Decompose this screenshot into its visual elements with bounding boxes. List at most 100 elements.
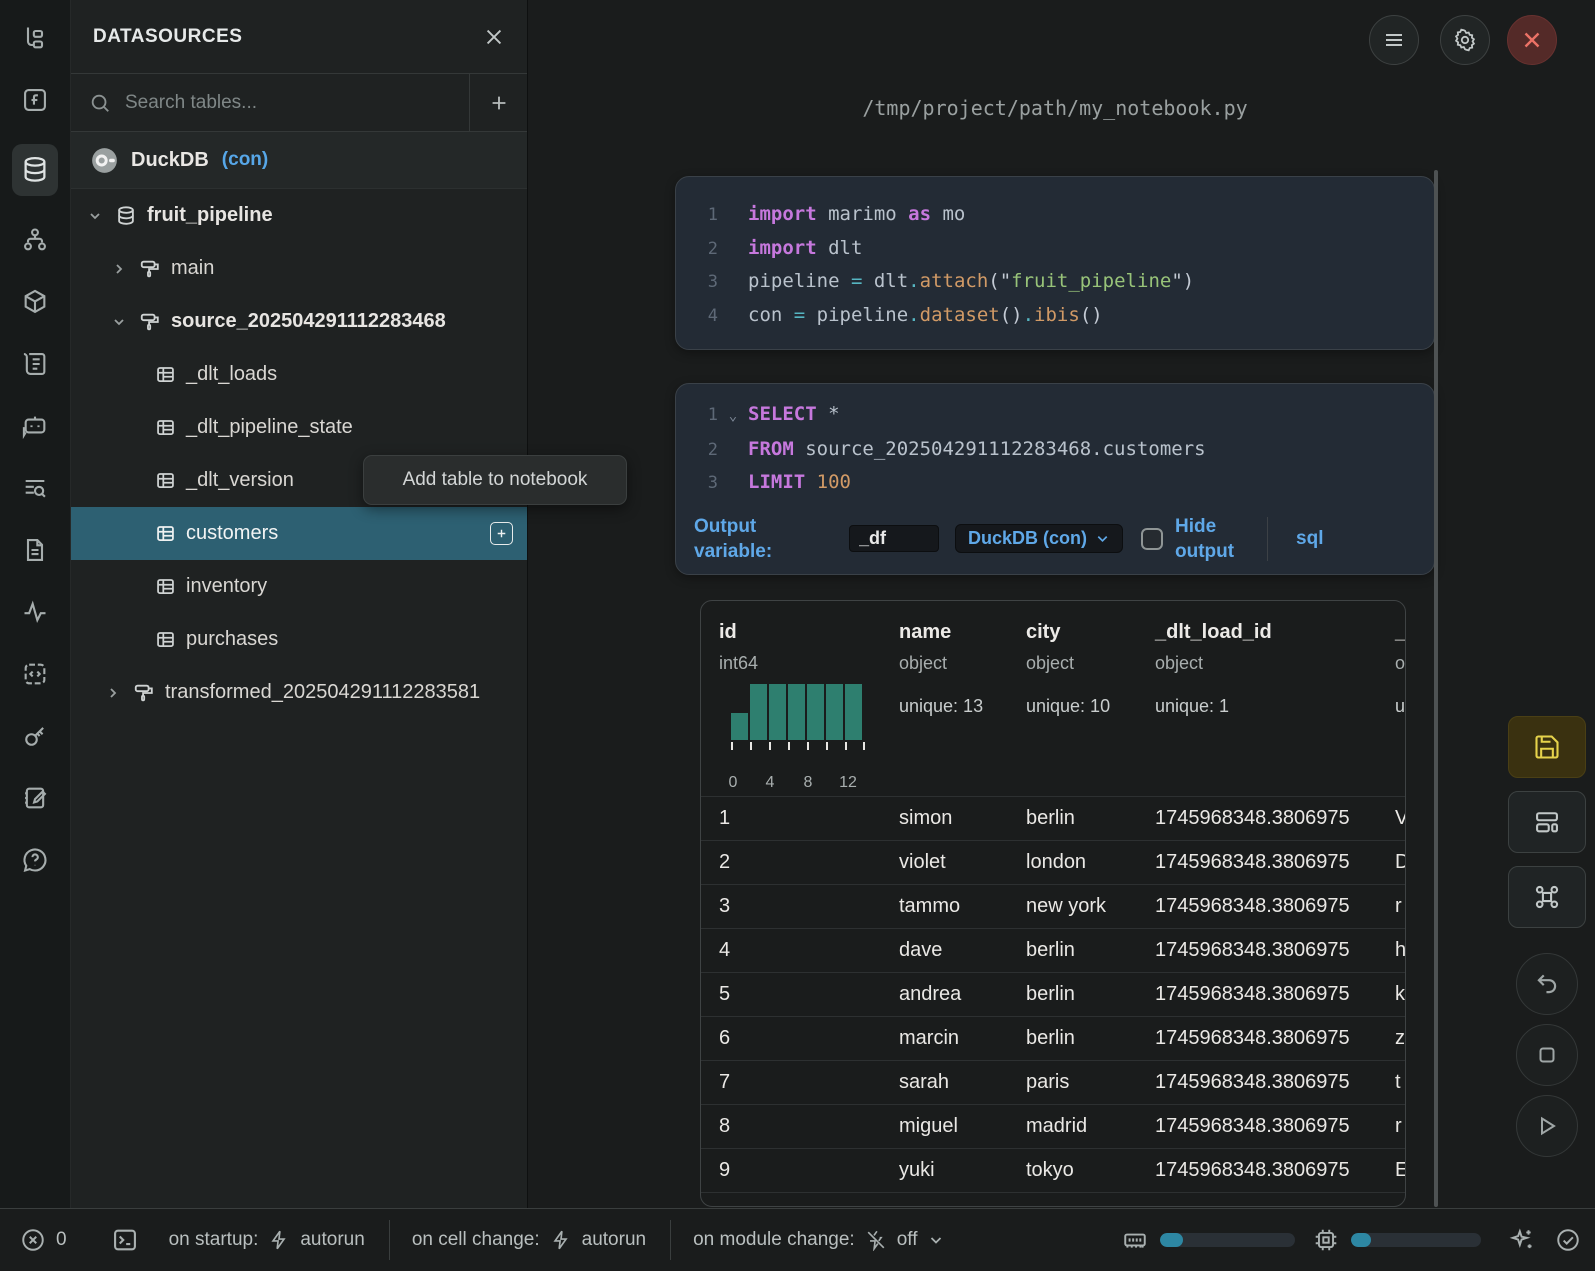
tree-item-table-purchases[interactable]: purchases <box>71 613 527 666</box>
schema-icon <box>139 258 161 280</box>
ai-sparkles-icon[interactable] <box>1509 1227 1535 1253</box>
stop-button[interactable] <box>1516 1024 1578 1086</box>
search-input[interactable] <box>125 92 451 114</box>
table-row[interactable] <box>701 1192 1405 1207</box>
packages-icon[interactable] <box>12 284 58 320</box>
line-number: 1 <box>692 399 718 432</box>
chevron-down-icon <box>928 1232 944 1248</box>
save-button[interactable] <box>1508 716 1586 778</box>
file-tree-icon[interactable] <box>12 20 58 56</box>
line-number: 3 <box>692 467 718 500</box>
table-row[interactable]: 9yukitokyo1745968348.3806975E <box>701 1148 1405 1192</box>
code-line[interactable]: import marimo as mo <box>748 198 965 231</box>
terminal-button[interactable] <box>111 1226 139 1254</box>
settings-button[interactable] <box>1440 15 1490 65</box>
tooltip: Add table to notebook <box>363 455 627 505</box>
on-startup-setting[interactable]: on startup: autorun <box>169 1229 365 1251</box>
layout-toggle-button[interactable] <box>1508 791 1586 853</box>
connection-row[interactable]: DuckDB (con) <box>71 132 527 189</box>
code-line[interactable]: FROM source_202504291112283468.customers <box>748 433 1206 466</box>
tree-item-table-customers[interactable]: customers <box>71 507 527 560</box>
code-line[interactable]: import dlt <box>748 232 862 265</box>
tree-item-schema-transformed[interactable]: transformed_202504291112283581 <box>71 666 527 719</box>
tree-item-table-dlt-pipeline-state[interactable]: _dlt_pipeline_state <box>71 401 527 454</box>
id-histogram: 0 4 8 12 <box>731 684 871 764</box>
list-search-icon[interactable] <box>12 470 58 506</box>
add-table-to-notebook-button[interactable] <box>490 522 513 545</box>
line-number: 2 <box>692 233 718 266</box>
tree-item-table-inventory[interactable]: inventory <box>71 560 527 613</box>
database-icon <box>115 205 137 227</box>
duckdb-logo-icon <box>91 147 118 174</box>
table-row[interactable]: 4daveberlin1745968348.3806975h <box>701 928 1405 972</box>
floppy-save-icon <box>1533 733 1561 761</box>
snippets-icon[interactable] <box>12 656 58 692</box>
tree-item-schema-source[interactable]: source_202504291112283468 <box>71 295 527 348</box>
undo-icon <box>1534 971 1560 997</box>
lightning-off-icon <box>865 1229 887 1251</box>
datasources-panel: DATASOURCES DuckDB (con) fruit_pipeline … <box>71 0 528 1208</box>
engine-select[interactable]: DuckDB (con) <box>955 524 1123 553</box>
undo-button[interactable] <box>1516 953 1578 1015</box>
code-line[interactable]: con = pipeline.dataset().ibis() <box>748 299 1103 332</box>
table-header: id int64 0 <box>701 601 1405 796</box>
output-variable-input[interactable] <box>849 525 939 552</box>
notebook-scrollbar[interactable] <box>1434 170 1438 1207</box>
fold-chevron-icon[interactable]: ⌄ <box>718 400 748 433</box>
activity-tracer-icon[interactable] <box>12 594 58 630</box>
column-header-dlt-id[interactable]: _dlt_id object unique: 13 <box>1377 621 1405 796</box>
column-header-dlt-load-id[interactable]: _dlt_load_id object unique: 1 <box>1137 621 1377 796</box>
command-palette-button[interactable] <box>1508 866 1586 928</box>
chevron-down-icon <box>1095 531 1110 546</box>
schema-icon <box>139 311 161 333</box>
connection-name: DuckDB <box>131 149 209 172</box>
secrets-key-icon[interactable] <box>12 718 58 754</box>
add-datasource-button[interactable] <box>469 74 527 131</box>
shutdown-button[interactable] <box>1507 15 1557 65</box>
code-cell-imports[interactable]: 1import marimo as mo 2import dlt 3pipeli… <box>675 176 1435 350</box>
cpu-usage-bar <box>1351 1233 1481 1247</box>
tree-item-database[interactable]: fruit_pipeline <box>71 189 527 242</box>
sql-cell[interactable]: 1⌄SELECT * 2FROM source_2025042911122834… <box>675 383 1435 575</box>
code-line[interactable]: pipeline = dlt.attach("fruit_pipeline") <box>748 265 1194 298</box>
function-icon[interactable] <box>12 82 58 118</box>
documentation-icon[interactable] <box>12 532 58 568</box>
table-row[interactable]: 1simonberlin1745968348.3806975V <box>701 796 1405 840</box>
error-indicator[interactable]: 0 <box>20 1227 67 1253</box>
dependencies-icon[interactable] <box>12 222 58 258</box>
table-row[interactable]: 8miguelmadrid1745968348.3806975r <box>701 1104 1405 1148</box>
on-module-change-label: on module change: <box>693 1229 855 1251</box>
scratchpad-icon[interactable] <box>12 780 58 816</box>
on-module-change-setting[interactable]: on module change: off <box>693 1229 943 1251</box>
on-startup-label: on startup: <box>169 1229 259 1251</box>
table-row[interactable]: 2violetlondon1745968348.3806975D <box>701 840 1405 884</box>
scroll-logs-icon[interactable] <box>12 346 58 382</box>
table-row[interactable]: 5andreaberlin1745968348.3806975k <box>701 972 1405 1016</box>
table-row[interactable]: 7sarahparis1745968348.3806975t <box>701 1060 1405 1104</box>
search-icon <box>89 92 111 114</box>
tree-item-label: transformed_202504291112283581 <box>165 681 480 704</box>
code-line[interactable]: LIMIT 100 <box>748 466 851 499</box>
close-panel-icon[interactable] <box>483 26 505 48</box>
column-header-city[interactable]: city object unique: 10 <box>1008 621 1137 796</box>
table-row[interactable]: 3tammonew york1745968348.3806975r <box>701 884 1405 928</box>
menu-button[interactable] <box>1369 15 1419 65</box>
column-header-id[interactable]: id int64 0 <box>701 621 881 796</box>
tree-item-table-dlt-loads[interactable]: _dlt_loads <box>71 348 527 401</box>
run-button[interactable] <box>1516 1095 1578 1157</box>
chat-bot-icon[interactable] <box>12 408 58 444</box>
help-icon[interactable] <box>12 842 58 878</box>
code-line[interactable]: SELECT * <box>748 398 840 431</box>
tree-item-schema-main[interactable]: main <box>71 242 527 295</box>
connection-status-icon[interactable] <box>1555 1227 1581 1253</box>
tree-item-label: purchases <box>186 628 278 651</box>
on-cell-change-setting[interactable]: on cell change: autorun <box>412 1229 646 1251</box>
search-box[interactable] <box>71 74 469 131</box>
error-circle-icon <box>20 1227 46 1253</box>
column-header-name[interactable]: name object unique: 13 <box>881 621 1008 796</box>
on-module-change-value: off <box>897 1229 918 1251</box>
hide-output-checkbox[interactable] <box>1141 528 1163 550</box>
tree-item-label: _dlt_loads <box>186 363 277 386</box>
datasources-icon[interactable] <box>12 144 58 196</box>
table-row[interactable]: 6marcinberlin1745968348.3806975z <box>701 1016 1405 1060</box>
